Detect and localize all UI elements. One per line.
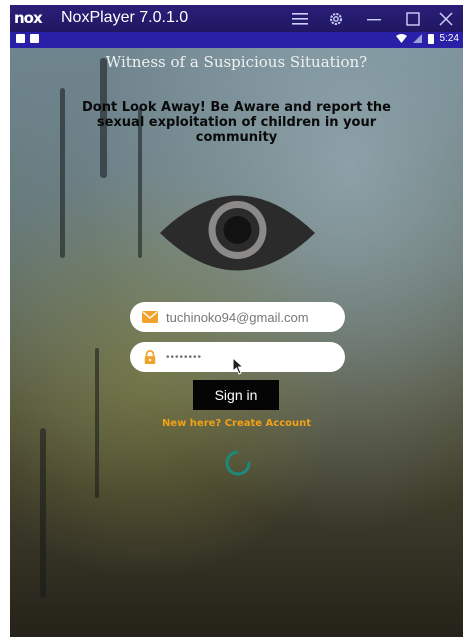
app-subheading: Dont Look Away! Be Aware and report the …	[81, 100, 392, 145]
eye-icon	[160, 195, 315, 271]
nox-logo: nox	[14, 9, 43, 27]
sign-in-button[interactable]: Sign in	[193, 380, 279, 410]
email-icon	[142, 311, 158, 323]
email-field[interactable]	[130, 302, 345, 332]
mouse-cursor-icon	[232, 357, 245, 375]
create-account-link[interactable]: New here? Create Account	[10, 418, 463, 429]
signal-icon	[412, 34, 422, 43]
window-title: NoxPlayer 7.0.1.0	[61, 9, 189, 26]
background-streak	[60, 88, 65, 258]
close-icon[interactable]	[428, 5, 463, 32]
minimize-icon[interactable]	[356, 5, 392, 32]
facebook-icon	[30, 34, 39, 43]
maximize-icon[interactable]	[395, 5, 431, 32]
menu-icon[interactable]	[282, 5, 318, 32]
battery-icon	[427, 33, 434, 44]
background-streak	[40, 428, 46, 598]
gear-icon[interactable]	[318, 5, 354, 32]
app-heading: Witness of a Suspicious Situation?	[105, 53, 368, 71]
password-input[interactable]	[166, 351, 341, 363]
email-input[interactable]	[166, 309, 341, 325]
wifi-icon	[395, 34, 407, 43]
title-bar: nox NoxPlayer 7.0.1.0	[10, 5, 463, 32]
emulator-window: nox NoxPlayer 7.0.1.0 5:24 Witness of a …	[10, 5, 463, 637]
notification-icon	[16, 34, 25, 43]
app-screen: Witness of a Suspicious Situation? Dont …	[10, 48, 463, 637]
lock-icon	[144, 350, 156, 364]
status-time: 5:24	[439, 33, 459, 44]
loading-spinner-icon	[225, 450, 251, 476]
android-status-bar: 5:24	[10, 32, 463, 48]
